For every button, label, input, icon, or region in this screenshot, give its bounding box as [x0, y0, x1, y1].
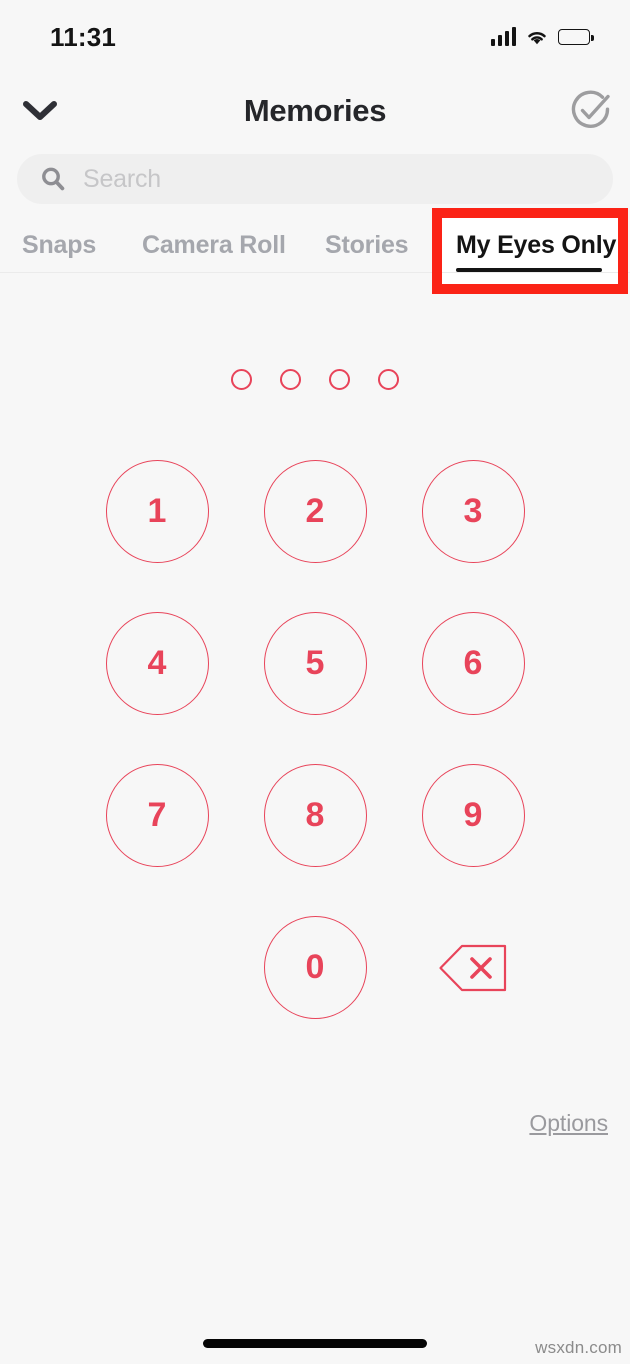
wifi-icon — [528, 31, 546, 45]
passcode-dot — [378, 369, 399, 390]
keypad-key-8[interactable]: 8 — [263, 764, 367, 867]
keypad-key-7[interactable]: 7 — [105, 764, 209, 867]
options-link[interactable]: Options — [529, 1110, 608, 1137]
app-header: Memories — [0, 78, 630, 144]
cellular-signal-icon — [490, 27, 516, 46]
keypad-key-9[interactable]: 9 — [421, 764, 525, 867]
tabs-divider — [0, 272, 630, 273]
passcode-keypad: 1 2 3 4 5 6 7 8 9 0 — [0, 460, 630, 1068]
keypad-key-5[interactable]: 5 — [263, 612, 367, 715]
home-indicator — [203, 1339, 427, 1348]
battery-icon — [558, 29, 594, 45]
passcode-dot — [280, 369, 301, 390]
status-bar: 11:31 — [0, 0, 630, 70]
keypad-row: 7 8 9 — [0, 764, 630, 867]
keypad-row: 1 2 3 — [0, 460, 630, 563]
active-tab-underline — [456, 268, 602, 272]
tab-stories[interactable]: Stories — [325, 231, 409, 260]
status-bar-icons — [490, 27, 594, 46]
page-title: Memories — [243, 93, 387, 128]
search-bar[interactable]: Search — [17, 154, 613, 204]
tab-camera-roll[interactable]: Camera Roll — [142, 231, 286, 260]
passcode-dot — [329, 369, 350, 390]
keypad-key-3[interactable]: 3 — [421, 460, 525, 563]
tab-my-eyes-only[interactable]: My Eyes Only — [456, 231, 616, 260]
search-input[interactable]: Search — [83, 165, 161, 194]
tab-snaps[interactable]: Snaps — [22, 231, 96, 260]
status-bar-time: 11:31 — [50, 21, 117, 52]
keypad-spacer — [106, 916, 209, 1019]
keypad-key-2[interactable]: 2 — [263, 460, 367, 563]
keypad-key-4[interactable]: 4 — [105, 612, 209, 715]
keypad-key-6[interactable]: 6 — [421, 612, 525, 715]
search-icon — [42, 167, 65, 191]
select-mode-button[interactable] — [564, 84, 618, 138]
passcode-dots — [0, 369, 630, 390]
keypad-row: 0 — [0, 916, 630, 1019]
keypad-row: 4 5 6 — [0, 612, 630, 715]
backspace-delete-icon — [439, 944, 507, 991]
keypad-backspace-button[interactable] — [422, 916, 525, 1019]
keypad-key-1[interactable]: 1 — [105, 460, 209, 563]
chevron-down-icon — [23, 101, 57, 120]
watermark: wsxdn.com — [535, 1338, 622, 1357]
keypad-key-0[interactable]: 0 — [263, 916, 367, 1019]
close-memories-button[interactable] — [16, 87, 64, 135]
check-circle-icon — [571, 90, 610, 128]
passcode-dot — [231, 369, 252, 390]
tab-bar: Snaps Camera Roll Stories My Eyes Only — [0, 218, 630, 272]
